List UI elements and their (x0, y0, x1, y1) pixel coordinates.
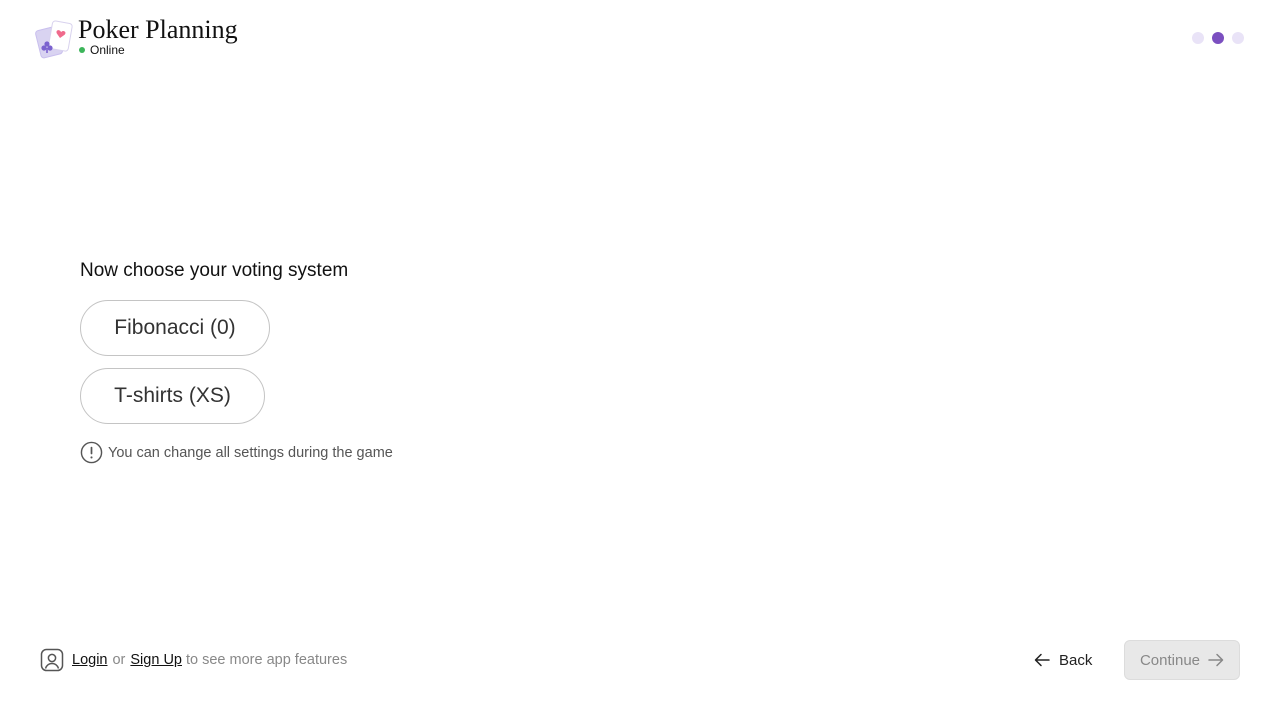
status-dot-icon (79, 47, 85, 53)
status-text: Online (90, 43, 125, 57)
auth-suffix-text: to see more app features (185, 652, 348, 668)
continue-label: Continue (1139, 651, 1201, 669)
step-dot-1 (1192, 32, 1204, 44)
online-status: Online (79, 43, 125, 57)
voting-system-question: Now choose your voting system (80, 260, 349, 281)
arrow-right-icon (1208, 653, 1224, 667)
arrow-left-icon (1034, 653, 1050, 667)
fibonacci-option-button[interactable]: Fibonacci (0) (80, 300, 270, 356)
back-button[interactable]: Back (1030, 642, 1096, 678)
brand-title: Poker Planning (78, 15, 238, 44)
tshirts-option-button[interactable]: T-shirts (XS) (80, 368, 265, 424)
settings-note: You can change all settings during the g… (80, 441, 393, 464)
settings-note-text: You can change all settings during the g… (108, 444, 393, 461)
step-dot-2-active (1212, 32, 1224, 44)
step-indicator (1192, 32, 1244, 44)
cards-logo-icon (35, 20, 73, 59)
auth-prompt: Login or Sign Up to see more app feature… (40, 648, 347, 672)
continue-button[interactable]: Continue (1124, 640, 1240, 680)
back-label: Back (1059, 651, 1093, 669)
signup-link[interactable]: Sign Up (130, 652, 182, 668)
step-dot-3 (1232, 32, 1244, 44)
exclamation-circle-icon (80, 441, 103, 464)
logo (34, 18, 76, 60)
or-text: or (112, 652, 126, 668)
user-square-icon (40, 648, 64, 672)
login-link[interactable]: Login (72, 652, 107, 668)
